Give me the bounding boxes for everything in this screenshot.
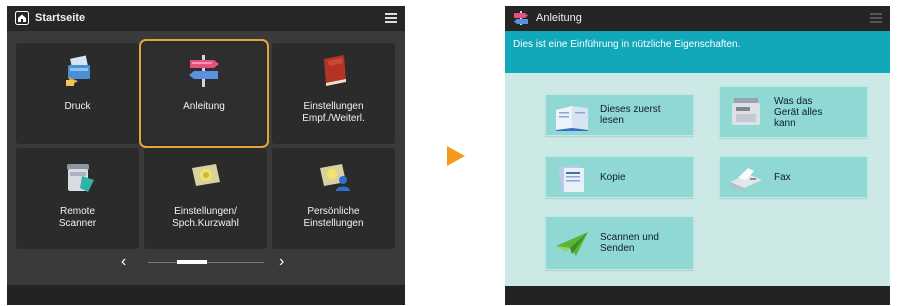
tile-label: Einstellungen Empf./Weiterl. bbox=[302, 101, 365, 124]
page-position-thumb bbox=[177, 260, 207, 264]
tile-label: Einstellungen/ Spch.Kurzwahl bbox=[172, 206, 239, 229]
tile-einstellungen-empf[interactable]: Einstellungen Empf./Weiterl. bbox=[272, 43, 395, 144]
multifunction-device-icon bbox=[732, 98, 760, 125]
status-bar bbox=[7, 285, 405, 305]
tile-label: Persönliche Einstellungen bbox=[303, 206, 364, 229]
personal-settings-icon bbox=[319, 164, 350, 191]
signpost-icon bbox=[189, 55, 219, 87]
banner-text: Dies ist eine Einführung in nützliche Ei… bbox=[513, 39, 741, 50]
tile-label: Anleitung bbox=[183, 101, 225, 112]
tile-remote-scanner[interactable]: Remote Scanner bbox=[16, 148, 139, 249]
tile-einstellungen-spch[interactable]: Einstellungen/ Spch.Kurzwahl bbox=[144, 148, 267, 249]
home-screen: Startseite Druck Anleitung Einstellungen… bbox=[7, 6, 405, 305]
tile-dieses-zuerst-lesen[interactable]: Dieses zuerst lesen bbox=[545, 94, 694, 136]
red-book-icon bbox=[323, 55, 346, 86]
tile-label: Fax bbox=[774, 171, 791, 183]
tile-kopie[interactable]: Kopie bbox=[545, 156, 694, 198]
tile-fax[interactable]: Fax bbox=[719, 156, 868, 198]
tile-label: Remote Scanner bbox=[58, 206, 97, 229]
copy-icon bbox=[558, 164, 584, 192]
arrow-right-icon bbox=[447, 146, 465, 166]
guide-title: Anleitung bbox=[536, 12, 582, 24]
paper-plane-icon bbox=[556, 232, 588, 256]
print-icon bbox=[65, 55, 90, 86]
info-banner: Dies ist eine Einführung in nützliche Ei… bbox=[505, 31, 890, 73]
tile-label: Scannen und Senden bbox=[600, 232, 659, 254]
scanner-icon bbox=[66, 164, 94, 192]
previous-page-button[interactable]: ‹ bbox=[121, 253, 126, 271]
status-bar bbox=[505, 286, 890, 305]
home-title: Startseite bbox=[35, 12, 86, 24]
guide-title-bar: Anleitung bbox=[505, 6, 890, 31]
tile-anleitung[interactable]: Anleitung bbox=[143, 43, 265, 144]
next-page-button[interactable]: › bbox=[279, 253, 284, 271]
tile-label: Kopie bbox=[600, 171, 626, 183]
fax-icon bbox=[730, 168, 762, 191]
tile-label: Druck bbox=[64, 101, 91, 112]
tile-persoenliche-einstellungen[interactable]: Persönliche Einstellungen bbox=[272, 148, 395, 249]
open-book-icon bbox=[556, 106, 588, 131]
tile-label: Was das Gerät alles kann bbox=[774, 95, 823, 129]
tile-label: Dieses zuerst lesen bbox=[600, 104, 661, 126]
tile-scannen-und-senden[interactable]: Scannen und Senden bbox=[545, 216, 694, 270]
menu-icon[interactable] bbox=[385, 13, 397, 23]
tile-druck[interactable]: Druck bbox=[16, 43, 139, 144]
guide-screen: Anleitung Dies ist eine Einführung in nü… bbox=[505, 6, 890, 305]
settings-card-icon bbox=[191, 164, 220, 186]
home-icon[interactable] bbox=[15, 11, 29, 25]
home-title-bar: Startseite bbox=[7, 6, 405, 31]
tile-was-das-geraet-alles-kann[interactable]: Was das Gerät alles kann bbox=[719, 86, 868, 138]
page-indicator: ‹ › bbox=[7, 253, 405, 273]
menu-icon[interactable] bbox=[870, 13, 882, 23]
signpost-icon bbox=[514, 11, 528, 25]
